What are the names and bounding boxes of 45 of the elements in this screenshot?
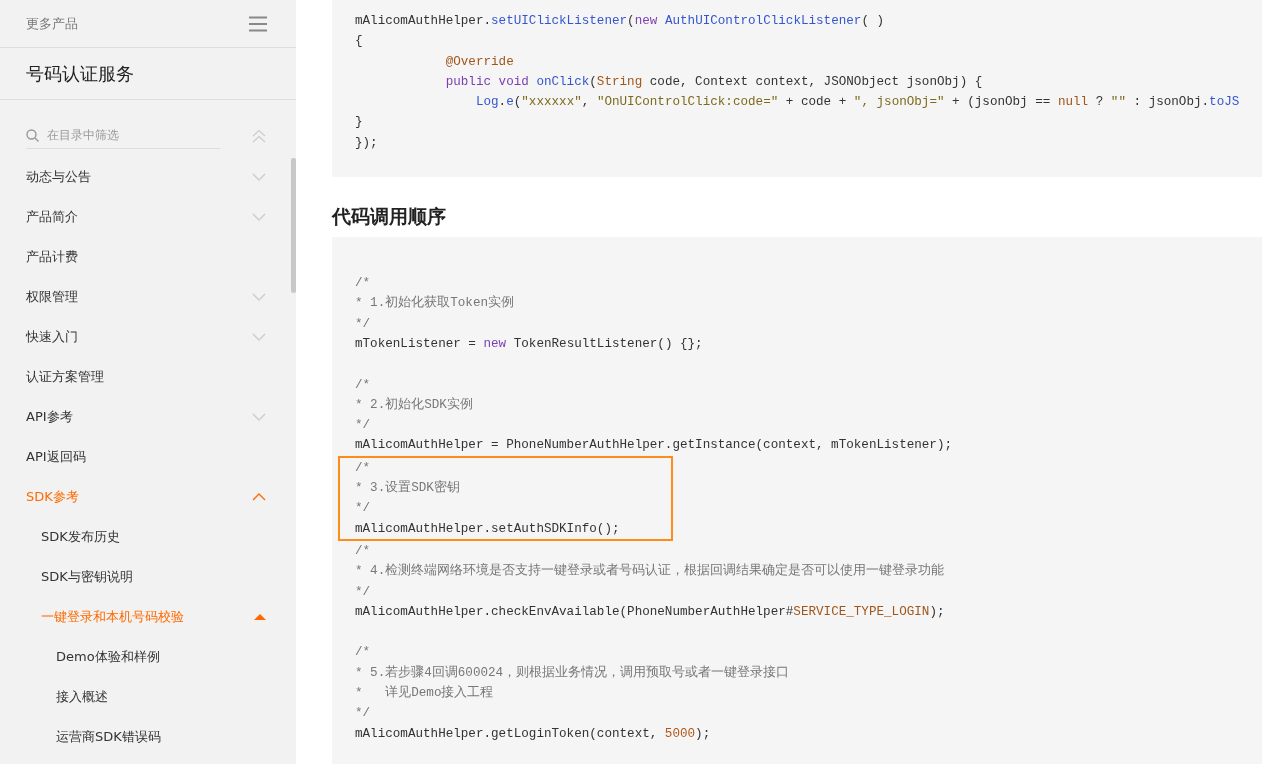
code-line: * 4.检测终端网络环境是否支持一键登录或者号码认证，根据回调结果确定是否可以使用一键登录功能	[355, 562, 946, 581]
code-line: }	[355, 114, 364, 132]
code-line: mAlicomAuthHelper.setUIClickListener(new AuthUIControlClickListener( )	[355, 13, 886, 30]
code-line: * 1.初始化获取Token实例	[355, 294, 516, 313]
code-line: mAlicomAuthHelper.checkEnvAvailable(PhoneNumberAuthHelper#SERVICE_TYPE_LOGIN);	[355, 603, 946, 621]
code-line: * 详见Demo接入工程	[355, 684, 495, 702]
code-line: */	[355, 417, 372, 435]
nav-item[interactable]: 动态与公告	[0, 157, 290, 197]
nav-item[interactable]: 快速入门	[0, 317, 290, 357]
section-heading: 代码调用顺序	[332, 204, 447, 230]
code-line: public void onClick(String code, Context context, JSONObject jsonObj) {	[444, 73, 984, 91]
nav-item[interactable]: 接入概述	[0, 677, 290, 717]
code-line: */	[355, 315, 372, 333]
code-line: mTokenListener = new TokenResultListener() {};	[355, 335, 704, 353]
code-line: /*	[355, 644, 372, 662]
code-line: /*	[355, 275, 372, 293]
nav-item[interactable]: API返回码	[0, 437, 290, 477]
nav-item[interactable]: 认证方案管理	[0, 357, 290, 397]
nav-item[interactable]: 权限管理	[0, 277, 290, 317]
code-line: */	[355, 583, 372, 601]
nav-item[interactable]: SDK与密钥说明	[0, 557, 290, 597]
nav-item[interactable]: 产品简介	[0, 197, 290, 237]
code-line: * 2.初始化SDK实例	[355, 396, 474, 414]
nav-item[interactable]: SDK发布历史	[0, 517, 290, 557]
code-line: mAlicomAuthHelper.getLoginToken(context, 5000);	[355, 725, 712, 743]
more-products-link[interactable]: 更多产品	[26, 14, 78, 33]
code-line: */	[355, 705, 372, 723]
code-line: {	[355, 33, 364, 51]
code-line: */	[355, 500, 372, 518]
code-line: * 5.若步骤4回调600024，则根据业务情况，调用预取号或者一键登录接口	[355, 664, 791, 682]
code-line: Log.e("xxxxxx", "OnUIControlClick:code=" + code + ", jsonObj=" + (jsonObj == null ? "" : jsonObj.toJS	[474, 94, 1241, 112]
code-line: });	[355, 134, 379, 152]
code-line: @Override	[444, 53, 515, 71]
code-line: * 3.设置SDK密钥	[355, 479, 461, 498]
code-line: /*	[355, 459, 372, 477]
nav-item[interactable]: 运营商SDK错误码	[0, 717, 290, 757]
code-line: /*	[355, 542, 372, 560]
code-line: /*	[355, 376, 372, 394]
nav-item[interactable]: API参考	[0, 397, 290, 437]
nav-item[interactable]: 产品计费	[0, 237, 290, 277]
product-title: 号码认证服务	[26, 61, 134, 86]
filter-field[interactable]: 在目录中筛选	[47, 128, 207, 142]
nav-item[interactable]: Demo体验和样例	[0, 637, 290, 677]
code-line: mAlicomAuthHelper = PhoneNumberAuthHelper.getInstance(context, mTokenListener);	[355, 437, 954, 455]
code-line: mAlicomAuthHelper.setAuthSDKInfo();	[355, 520, 621, 538]
